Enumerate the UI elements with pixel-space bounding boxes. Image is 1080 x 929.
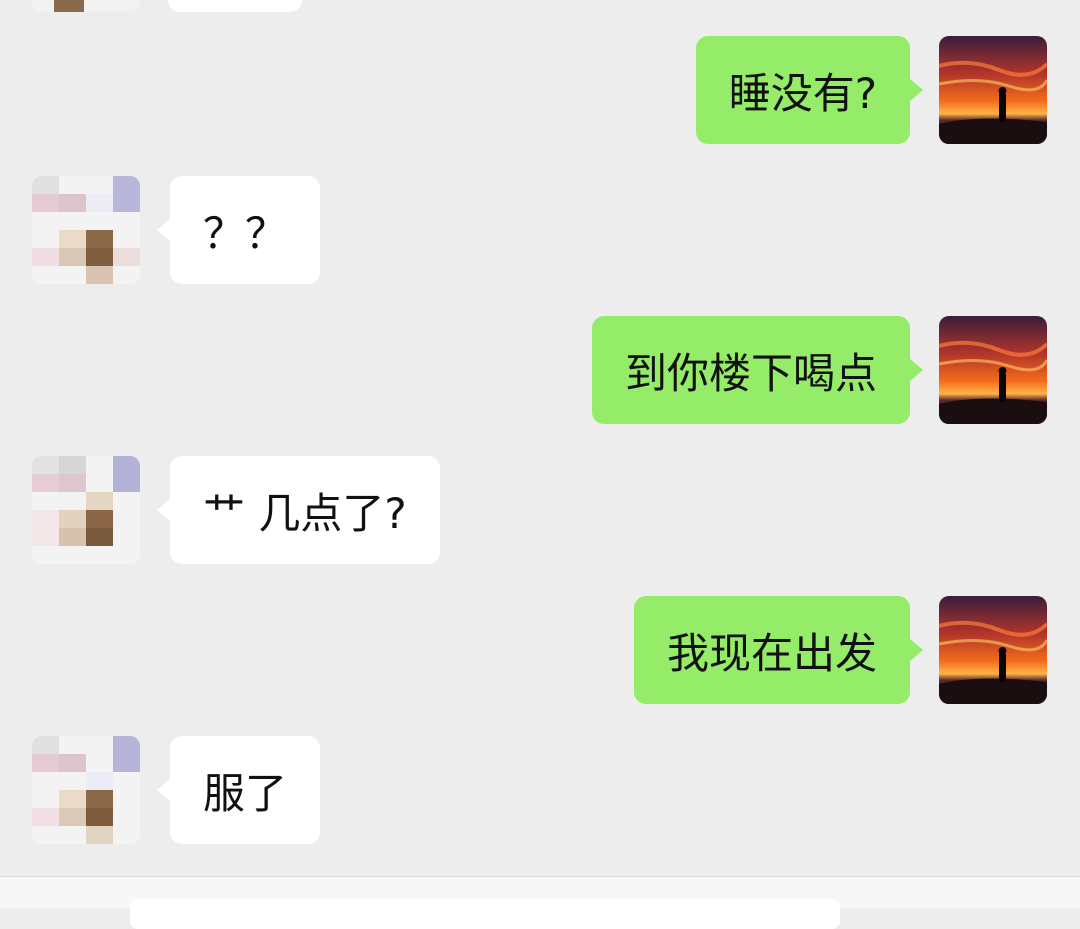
message-bubble-partial[interactable] bbox=[168, 0, 302, 12]
message-text: ？？ bbox=[203, 208, 288, 258]
message-bubble-received[interactable]: ？？ bbox=[156, 176, 321, 284]
message-text: 艹 几点了? bbox=[203, 488, 407, 538]
pixelated-avatar-image bbox=[32, 456, 140, 564]
message-bubble-received[interactable]: 艹 几点了? bbox=[157, 456, 440, 564]
sunset-avatar-image bbox=[939, 36, 1047, 144]
message-bubble-received[interactable]: 服了 bbox=[156, 736, 321, 844]
message-bubble-sent[interactable]: 睡没有? bbox=[695, 36, 924, 144]
message-text: 我现在出发 bbox=[666, 628, 877, 678]
pixelated-avatar-image bbox=[32, 176, 140, 284]
message-bubble-sent[interactable]: 我现在出发 bbox=[633, 596, 924, 704]
pixelated-avatar-image bbox=[32, 736, 140, 844]
chat-message-list[interactable]: 睡没有? ？？ 到你楼下喝点 艹 几点了? 我现在出发 服了 bbox=[0, 0, 1080, 876]
sunset-avatar-image bbox=[939, 596, 1047, 704]
message-text: 到你楼下喝点 bbox=[624, 348, 877, 398]
contact-avatar[interactable] bbox=[32, 0, 140, 12]
message-text: 睡没有? bbox=[728, 68, 877, 118]
message-bubble-sent[interactable]: 到你楼下喝点 bbox=[591, 316, 924, 424]
message-input-bar bbox=[0, 876, 1080, 929]
message-text: 服了 bbox=[203, 768, 288, 818]
message-input[interactable] bbox=[130, 899, 840, 929]
pixelated-avatar-image bbox=[32, 0, 140, 12]
contact-avatar[interactable] bbox=[32, 736, 140, 844]
self-avatar[interactable] bbox=[939, 596, 1047, 704]
sunset-avatar-image bbox=[939, 316, 1047, 424]
contact-avatar[interactable] bbox=[32, 456, 140, 564]
self-avatar[interactable] bbox=[939, 36, 1047, 144]
contact-avatar[interactable] bbox=[32, 176, 140, 284]
self-avatar[interactable] bbox=[939, 316, 1047, 424]
